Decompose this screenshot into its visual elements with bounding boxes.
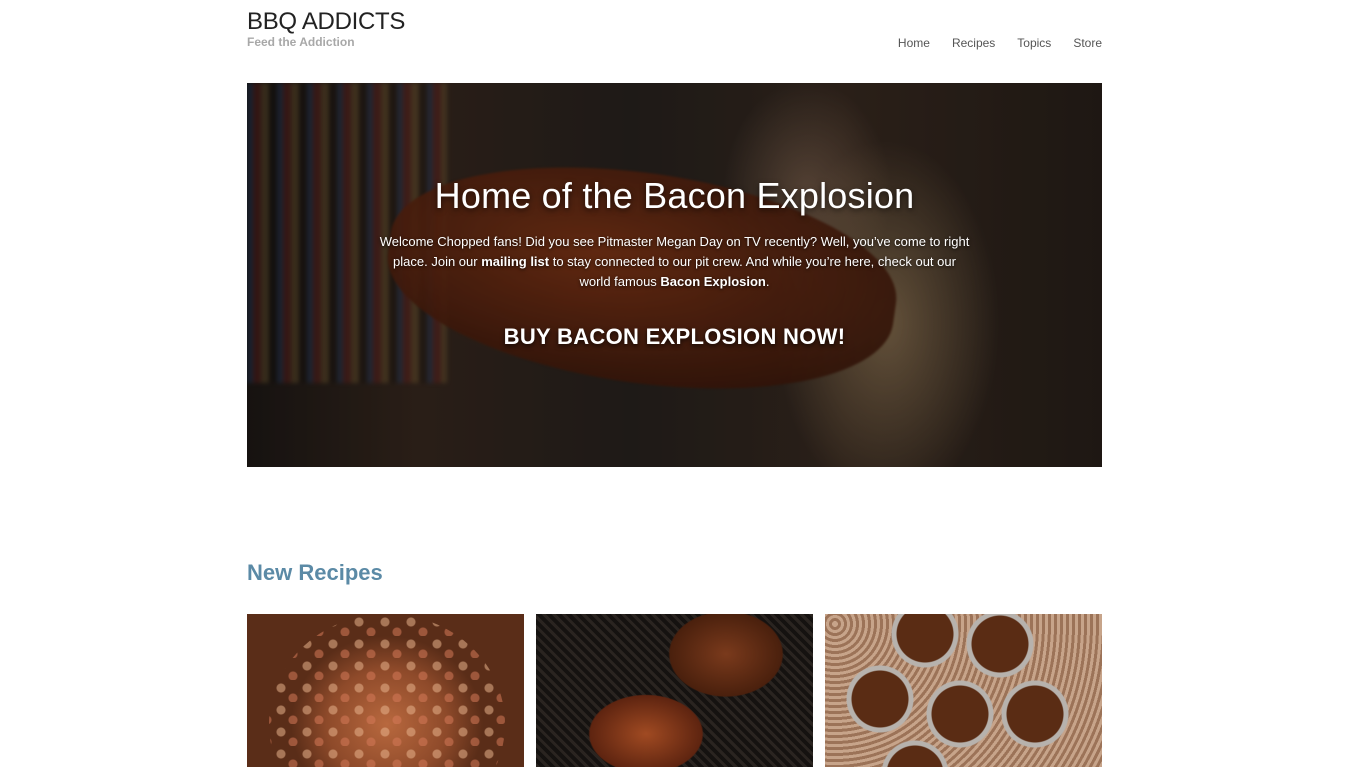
hero-title: Home of the Bacon Explosion <box>434 175 915 216</box>
nav-item-topics[interactable]: Topics <box>1017 36 1051 50</box>
recipe-image-texture <box>269 614 505 767</box>
nav-item-recipes[interactable]: Recipes <box>952 36 995 50</box>
mailing-list-link[interactable]: mailing list <box>481 254 549 269</box>
site-title-link[interactable]: BBQ ADDICTS <box>247 8 405 36</box>
hero-banner: Home of the Bacon Explosion Welcome Chop… <box>247 83 1102 467</box>
site-header: BBQ ADDICTS Feed the Addiction Home Reci… <box>247 0 1102 83</box>
recipe-image-beans-ham[interactable] <box>247 614 524 767</box>
recipe-card[interactable] <box>536 614 813 767</box>
buy-bacon-explosion-button[interactable]: BUY BACON EXPLOSION NOW! <box>247 324 1102 350</box>
nav-item-store[interactable]: Store <box>1073 36 1102 50</box>
recipe-cards <box>247 614 1102 767</box>
nav-item-home[interactable]: Home <box>898 36 930 50</box>
bacon-explosion-link[interactable]: Bacon Explosion <box>660 274 765 289</box>
hero-content: Home of the Bacon Explosion Welcome Chop… <box>247 83 1102 467</box>
recipe-card[interactable] <box>825 614 1102 767</box>
recipe-image-baked-beans-cups[interactable] <box>825 614 1102 767</box>
hero-text-part3: . <box>765 274 770 289</box>
site-tagline: Feed the Addiction <box>247 35 355 49</box>
new-recipes-heading: New Recipes <box>247 560 383 585</box>
recipe-card[interactable] <box>247 614 524 767</box>
recipe-image-smoked-ham[interactable] <box>536 614 813 767</box>
hero-welcome-text: Welcome Chopped fans! Did you see Pitmas… <box>377 232 972 292</box>
main-nav: Home Recipes Topics Store <box>898 36 1102 50</box>
